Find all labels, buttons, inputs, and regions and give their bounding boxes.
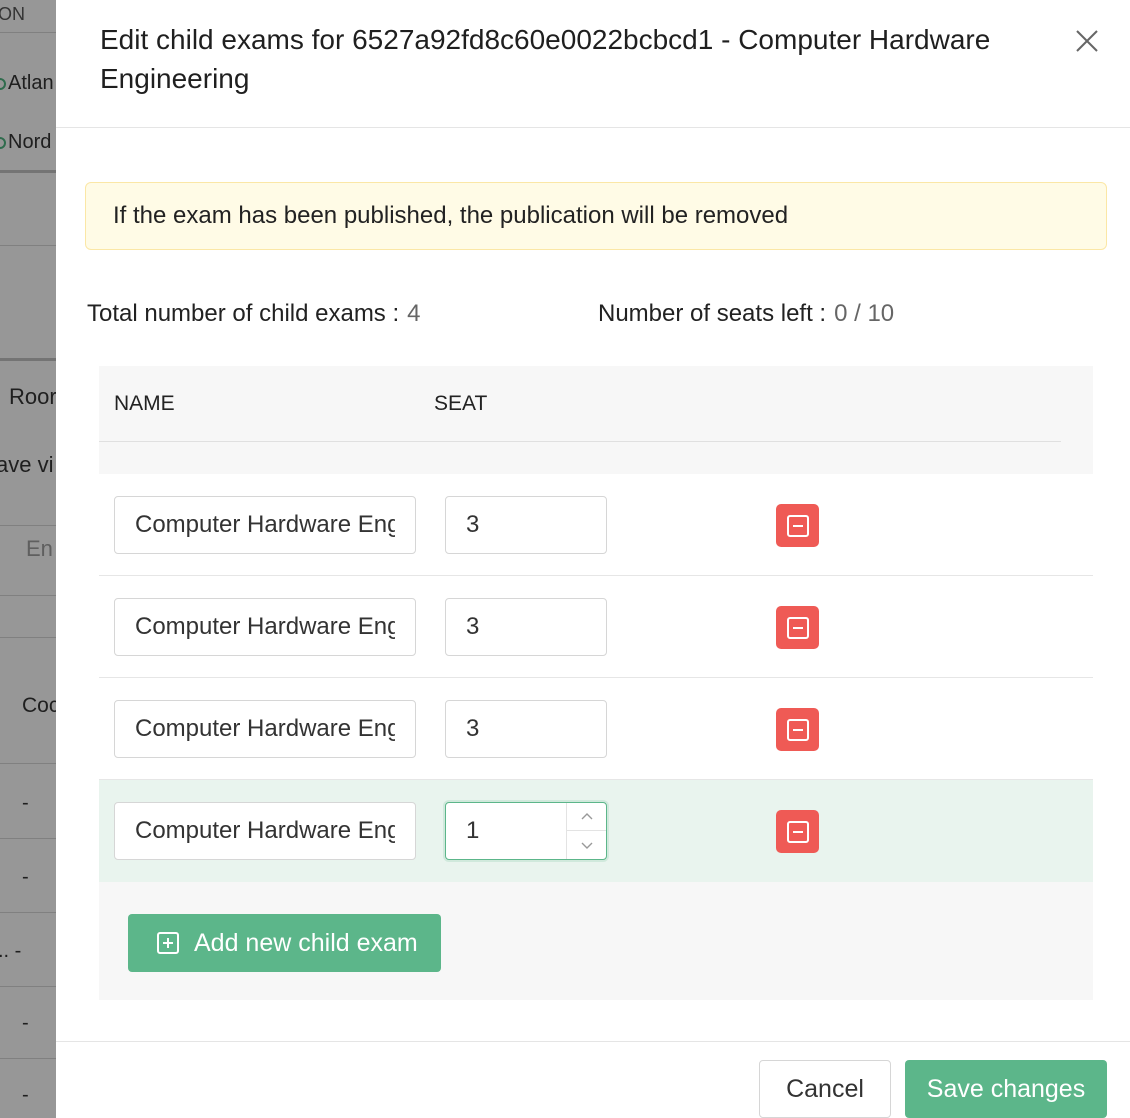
- minus-square-icon: [786, 718, 809, 741]
- seat-input-box: [445, 598, 607, 656]
- child-exam-name-input[interactable]: [114, 496, 416, 554]
- plus-square-icon: [156, 931, 180, 955]
- minus-square-icon: [786, 820, 809, 843]
- table-header: NAME SEAT: [99, 366, 1093, 474]
- cancel-button[interactable]: Cancel: [759, 1060, 891, 1118]
- table-row-active: [99, 780, 1093, 882]
- increment-button[interactable]: [567, 803, 606, 831]
- total-child-exams: Total number of child exams : 4: [87, 300, 421, 328]
- seats-value: 0 / 10: [834, 300, 895, 327]
- remove-child-exam-button[interactable]: [776, 810, 819, 853]
- close-icon: [1076, 30, 1098, 52]
- seat-input-box: [445, 496, 607, 554]
- publication-warning: If the exam has been published, the publ…: [85, 182, 1107, 250]
- save-changes-button[interactable]: Save changes: [905, 1060, 1107, 1118]
- remove-child-exam-button[interactable]: [776, 606, 819, 649]
- modal-backdrop[interactable]: [0, 0, 56, 1118]
- close-button[interactable]: [1072, 26, 1102, 56]
- minus-square-icon: [786, 514, 809, 537]
- edit-child-exams-drawer: Edit child exams for 6527a92fd8c60e0022b…: [56, 0, 1130, 1118]
- seat-input[interactable]: [446, 599, 566, 655]
- seat-stepper: [566, 803, 606, 859]
- table-row: [99, 474, 1093, 576]
- child-exams-table: NAME SEAT Computer Hardware Engineering …: [99, 366, 1093, 1000]
- column-header-seat: SEAT: [434, 392, 488, 415]
- table-row: [99, 678, 1093, 780]
- total-label: Total number of child exams :: [87, 300, 400, 327]
- seat-input-box: [445, 700, 607, 758]
- seat-input[interactable]: [446, 701, 566, 757]
- remove-child-exam-button[interactable]: [776, 504, 819, 547]
- minus-square-icon: [786, 616, 809, 639]
- chevron-up-icon: [581, 813, 592, 820]
- remove-child-exam-button[interactable]: [776, 708, 819, 751]
- warning-text: If the exam has been published, the publ…: [113, 202, 789, 229]
- total-value: 4: [407, 300, 421, 327]
- child-exam-name-input[interactable]: [114, 700, 416, 758]
- drawer-footer: Cancel Save changes: [56, 1041, 1130, 1118]
- table-footer: Add new child exam: [99, 882, 1093, 1000]
- add-child-exam-label: Add new child exam: [194, 928, 418, 957]
- child-exam-name-input[interactable]: [114, 598, 416, 656]
- seats-left: Number of seats left : 0 / 10: [598, 300, 894, 328]
- add-child-exam-button[interactable]: Add new child exam: [128, 914, 441, 972]
- seat-input[interactable]: [446, 497, 566, 553]
- table-row: [99, 576, 1093, 678]
- background-page: ON Atlan Nord Roor ave vi En Coc - - .. …: [0, 0, 56, 1118]
- child-exam-name-input[interactable]: [114, 802, 416, 860]
- drawer-title: Edit child exams for 6527a92fd8c60e0022b…: [100, 24, 991, 94]
- seats-label: Number of seats left :: [598, 300, 827, 327]
- seat-input-box: [445, 802, 607, 860]
- column-header-name: NAME: [114, 392, 175, 415]
- seat-input[interactable]: [446, 803, 566, 859]
- chevron-down-icon: [581, 842, 592, 849]
- drawer-header: Edit child exams for 6527a92fd8c60e0022b…: [56, 0, 1130, 128]
- decrement-button[interactable]: [567, 831, 606, 859]
